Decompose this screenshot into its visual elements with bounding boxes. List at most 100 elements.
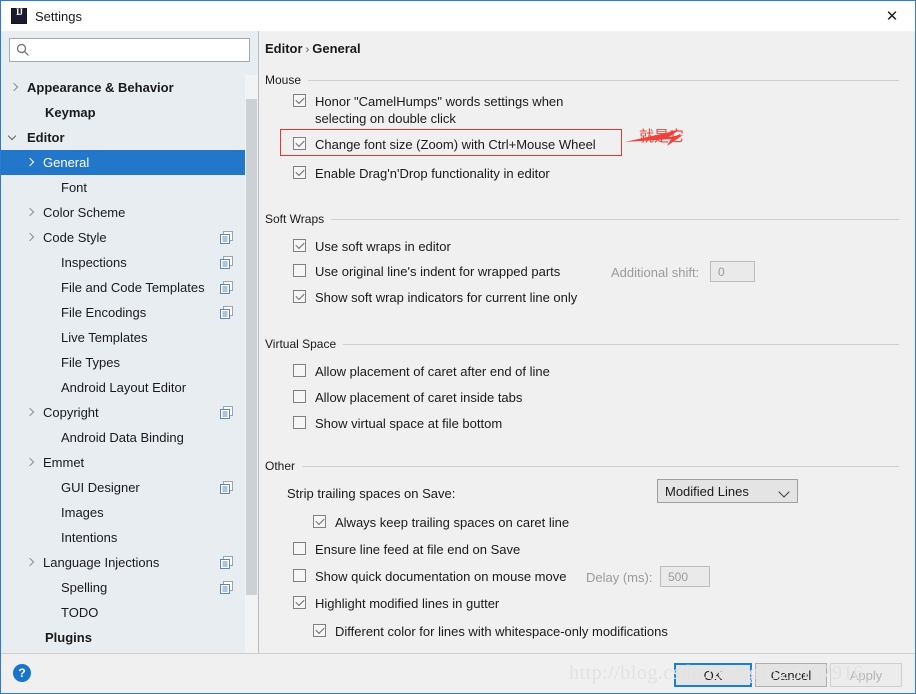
sidebar-item-android-data-binding[interactable]: Android Data Binding [1,425,258,450]
sidebar-item-general[interactable]: General [1,150,258,175]
sidebar-item-label: Android Layout Editor [61,380,187,395]
delay-ms-input[interactable]: 500 [660,566,710,587]
sidebar-item-code-style[interactable]: Code Style [1,225,258,250]
checkbox-box[interactable] [293,569,306,582]
sidebar-item-color-scheme[interactable]: Color Scheme [1,200,258,225]
chevron-right-icon[interactable] [25,158,35,168]
section-divider [343,343,899,345]
checkbox-label: Allow placement of caret after end of li… [315,364,550,379]
settings-sidebar: Appearance & Behavior Keymap Editor General… [1,31,259,655]
checkbox-label: Show virtual space at file bottom [315,416,503,431]
checkbox-caret-inside-tabs[interactable]: Allow placement of caret inside tabs [293,389,522,406]
section-mouse-title: Mouse [265,73,302,87]
intellij-idea-icon [11,7,27,24]
additional-shift-input[interactable]: 0 [710,261,755,282]
sidebar-item-plugins[interactable]: Plugins [1,625,258,650]
checkbox-label: Enable Drag'n'Drop functionality in edit… [315,166,550,181]
sidebar-item-keymap[interactable]: Keymap [1,100,258,125]
sidebar-item-inspections[interactable]: Inspections [1,250,258,275]
sidebar-item-live-templates[interactable]: Live Templates [1,325,258,350]
sidebar-item-label: Editor [27,130,65,145]
sidebar-item-language-injections[interactable]: Language Injections [1,550,258,575]
checkbox-use-original-indent[interactable]: Use original line's indent for wrapped p… [293,263,560,280]
checkbox-caret-after-end-of-line[interactable]: Allow placement of caret after end of li… [293,363,550,380]
checkbox-box[interactable] [293,542,306,555]
checkbox-always-keep-trailing-spaces[interactable]: Always keep trailing spaces on caret lin… [313,514,569,531]
checkbox-different-color-whitespace[interactable]: Different color for lines with whitespac… [313,623,668,640]
section-mouse: Mouse [265,73,899,87]
checkbox-show-soft-wrap-indicators[interactable]: Show soft wrap indicators for current li… [293,289,577,306]
sidebar-item-appearance-behavior[interactable]: Appearance & Behavior [1,75,258,100]
checkbox-box[interactable] [293,364,306,377]
checkbox-use-soft-wraps[interactable]: Use soft wraps in editor [293,238,451,255]
checkbox-ensure-line-feed[interactable]: Ensure line feed at file end on Save [293,541,520,558]
ok-button[interactable]: OK [674,663,752,687]
sidebar-item-label: General [43,155,90,170]
checkbox-box[interactable] [293,264,306,277]
search-input[interactable] [34,39,247,61]
sidebar-item-file-and-code-templates[interactable]: File and Code Templates [1,275,258,300]
help-icon[interactable]: ? [13,664,31,682]
sidebar-item-editor[interactable]: Editor [1,125,258,150]
copy-settings-icon[interactable] [220,406,233,419]
strip-trailing-spaces-select[interactable]: Modified Lines [657,479,798,503]
section-other: Other [265,459,899,473]
search-box[interactable] [9,38,250,62]
cancel-button[interactable]: Cancel [755,663,827,687]
sidebar-item-gui-designer[interactable]: GUI Designer [1,475,258,500]
sidebar-item-label: Keymap [45,105,96,120]
title-bar: Settings ✕ [1,1,915,31]
copy-settings-icon[interactable] [220,256,233,269]
copy-settings-icon[interactable] [220,281,233,294]
chevron-right-icon[interactable] [25,558,35,568]
sidebar-item-todo[interactable]: TODO [1,600,258,625]
close-icon[interactable]: ✕ [869,1,915,31]
sidebar-item-emmet[interactable]: Emmet [1,450,258,475]
checkbox-enable-drag-drop[interactable]: Enable Drag'n'Drop functionality in edit… [293,165,550,182]
copy-settings-icon[interactable] [220,581,233,594]
sidebar-item-intentions[interactable]: Intentions [1,525,258,550]
checkbox-show-quick-documentation[interactable]: Show quick documentation on mouse move [293,568,566,585]
checkbox-box[interactable] [313,624,326,637]
checkbox-honor-camelhumps[interactable]: Honor "CamelHumps" words settings when s… [293,93,853,127]
breadcrumb-separator-icon: › [305,44,310,56]
checkbox-label: Use original line's indent for wrapped p… [315,264,561,279]
checkbox-box[interactable] [293,290,306,303]
checkbox-box[interactable] [293,94,306,107]
search-icon [16,43,29,56]
chevron-right-icon[interactable] [25,208,35,218]
chevron-right-icon[interactable] [25,233,35,243]
section-soft-wraps-header: Soft Wraps [265,212,899,226]
checkbox-highlight-modified-lines[interactable]: Highlight modified lines in gutter [293,595,499,612]
breadcrumb: Editor › General [265,41,361,56]
checkbox-box[interactable] [313,515,326,528]
chevron-down-icon[interactable] [9,133,19,143]
breadcrumb-leaf: General [312,41,361,56]
sidebar-item-file-encodings[interactable]: File Encodings [1,300,258,325]
sidebar-item-android-layout-editor[interactable]: Android Layout Editor [1,375,258,400]
copy-settings-icon[interactable] [220,306,233,319]
checkbox-box[interactable] [293,166,306,179]
sidebar-scrollbar-thumb[interactable] [246,99,257,595]
checkbox-box[interactable] [293,416,306,429]
sidebar-scrollbar-track[interactable] [245,75,258,655]
sidebar-item-font[interactable]: Font [1,175,258,200]
copy-settings-icon[interactable] [220,556,233,569]
sidebar-item-copyright[interactable]: Copyright [1,400,258,425]
chevron-right-icon[interactable] [25,458,35,468]
chevron-right-icon[interactable] [25,408,35,418]
sidebar-item-images[interactable]: Images [1,500,258,525]
checkbox-show-virtual-space-bottom[interactable]: Show virtual space at file bottom [293,415,502,432]
sidebar-item-spelling[interactable]: Spelling [1,575,258,600]
copy-settings-icon[interactable] [220,231,233,244]
sidebar-item-file-types[interactable]: File Types [1,350,258,375]
checkbox-box[interactable] [293,596,306,609]
copy-settings-icon[interactable] [220,481,233,494]
checkbox-box[interactable] [293,239,306,252]
checkbox-box[interactable] [293,390,306,403]
chevron-right-icon[interactable] [9,83,19,93]
